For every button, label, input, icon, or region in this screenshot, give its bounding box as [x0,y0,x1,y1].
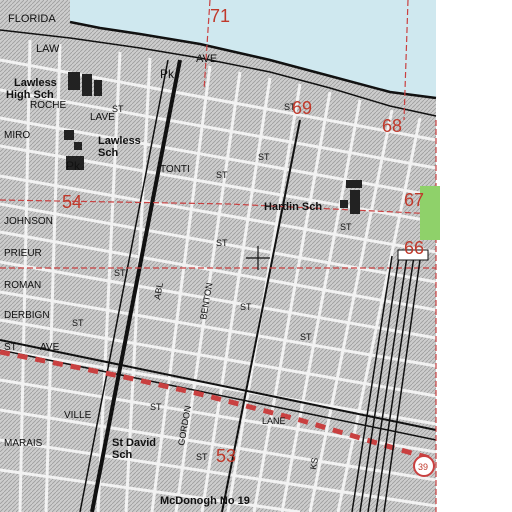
street-johnson: JOHNSON [4,216,53,227]
street-ks: KS [308,457,320,471]
place-lawless-sch-2: Sch [98,147,118,159]
section-68: 68 [382,116,402,136]
section-67: 67 [404,190,424,210]
place-pk-top: Pk [160,67,175,81]
place-st-david-1: St David [112,437,156,449]
street-st-f: ST [114,268,126,278]
street-st-j: ST [340,222,352,232]
street-st-d: ST [216,238,228,248]
street-st-ave: ST [4,342,17,353]
place-lawless-sch-1: Lawless [98,135,141,147]
street-miro: MIRO [4,130,30,141]
street-derbign: DERBIGN [4,310,50,321]
street-roche: ROCHE [30,100,66,111]
street-st-a: ST [112,104,124,114]
street-st-c: ST [258,152,270,162]
street-st-b: ST [216,170,228,180]
place-lawless-high-2: High Sch [6,89,54,101]
section-66: 66 [404,238,424,258]
street-law: LAW [36,43,60,55]
section-54: 54 [62,192,82,212]
section-53: 53 [216,446,236,466]
street-ave-left: AVE [40,342,60,353]
street-st-h: ST [300,332,312,342]
place-st-david-2: Sch [112,449,132,461]
section-69: 69 [292,98,312,118]
section-39: 39 [418,462,428,472]
street-st-e: ST [240,302,252,312]
street-lane: LANE [262,416,286,426]
section-71: 71 [210,6,230,26]
street-roman: ROMAN [4,280,41,291]
street-ville: VILLE [64,410,92,421]
place-hardin: Hardin Sch [264,201,322,213]
street-st-g: ST [72,318,84,328]
street-ave-top: AVE [196,53,217,65]
street-florida: FLORIDA [8,13,56,25]
place-lawless-high-1: Lawless [14,77,57,89]
place-mcdonogh: McDonogh No 19 [160,495,250,507]
topographic-map[interactable]: FLORIDA LAW AVE Pk ROCHE LAVE MIRO TONTI… [0,0,512,512]
street-st-l: ST [196,452,208,462]
street-tonti: TONTI [160,164,190,175]
street-st-i: ST [150,402,162,412]
white-margin [436,0,512,512]
map-canvas: FLORIDA LAW AVE Pk ROCHE LAVE MIRO TONTI… [0,0,512,512]
street-prieur: PRIEUR [4,248,42,259]
place-pk-left: Pk [66,159,81,173]
street-marais: MARAIS [4,438,43,449]
